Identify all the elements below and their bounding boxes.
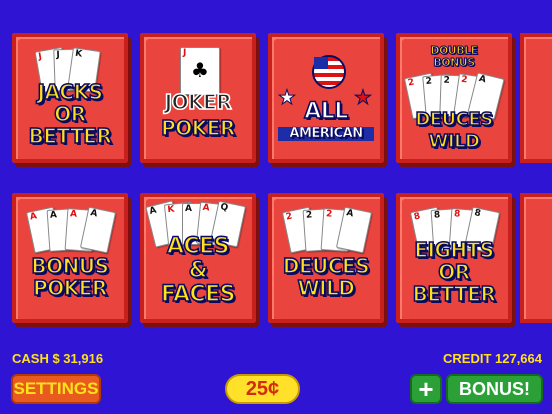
game-tile-jacks-or-better[interactable]: J J K JACKS OR BETTER xyxy=(12,33,128,163)
game-subtitle: DOUBLE BONUS xyxy=(430,44,479,69)
game-title: DEUCES WILD xyxy=(282,254,370,300)
credit-balance: CREDIT 127,664 xyxy=(443,351,542,366)
card-fan: A A A A xyxy=(12,203,128,259)
game-title: DEUCES WILD xyxy=(415,108,494,153)
denomination-button[interactable]: 25¢ xyxy=(225,374,300,404)
cash-balance: CASH $ 31,916 xyxy=(12,351,104,366)
game-tile-bonus-poker[interactable]: A A A A BONUS POKER xyxy=(12,193,128,323)
flag-globe-icon xyxy=(312,55,346,89)
game-tile-double-bonus-deuces-wild[interactable]: DOUBLE BONUS 2 2 2 2 A DEUCES WILD xyxy=(396,33,512,163)
game-tile-partial[interactable] xyxy=(520,193,552,323)
card-fan: 2 2 2 A xyxy=(268,203,384,259)
game-tile-all-american[interactable]: ★ ★ ALL AMERICAN xyxy=(268,33,384,163)
game-tile-eights-or-better[interactable]: 8 8 8 8 EIGHTS OR BETTER xyxy=(396,193,512,323)
game-tile-joker-poker[interactable]: J ♣ JOKER POKER xyxy=(140,33,256,163)
jester-icon: ♣ xyxy=(191,58,209,82)
game-subtitle: AMERICAN xyxy=(278,126,374,141)
game-title: EIGHTS OR BETTER xyxy=(412,238,497,306)
game-title: ALL xyxy=(303,99,349,124)
bonus-button[interactable]: BONUS! xyxy=(446,374,543,404)
game-tile-deuces-wild[interactable]: 2 2 2 A DEUCES WILD xyxy=(268,193,384,323)
settings-button[interactable]: SETTINGS xyxy=(11,374,101,404)
game-tile-partial[interactable] xyxy=(520,33,552,163)
game-title: BONUS POKER xyxy=(31,254,110,300)
game-title: JACKS OR BETTER xyxy=(28,80,113,148)
game-title: ACES & FACES xyxy=(160,233,236,308)
game-tile-aces-and-faces[interactable]: A K A A Q ACES & FACES xyxy=(140,193,256,323)
game-title: JOKER POKER xyxy=(160,90,236,140)
add-credits-button[interactable]: + xyxy=(410,374,442,404)
